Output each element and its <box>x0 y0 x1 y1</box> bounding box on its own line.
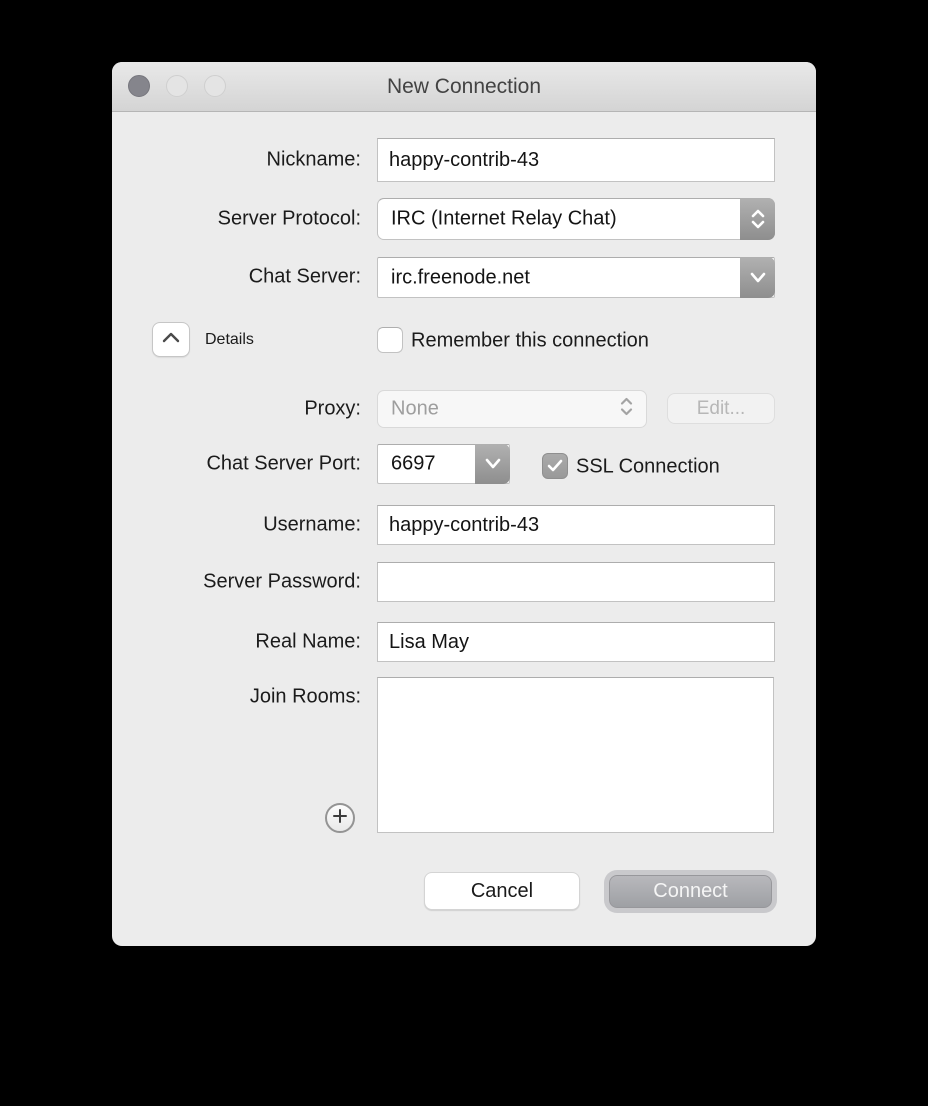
title-bar: New Connection <box>112 62 816 112</box>
nickname-label: Nickname: <box>112 149 361 172</box>
chat-server-port-combobox[interactable]: 6697 <box>377 444 510 484</box>
chat-server-combobox[interactable]: irc.freenode.net <box>377 257 775 298</box>
username-input[interactable] <box>377 505 775 545</box>
real-name-input[interactable] <box>377 622 775 662</box>
username-label: Username: <box>112 514 361 537</box>
cancel-button[interactable]: Cancel <box>424 872 580 910</box>
chevron-up-icon <box>161 331 181 349</box>
join-rooms-label: Join Rooms: <box>112 686 361 709</box>
details-disclosure-button[interactable] <box>152 322 190 357</box>
new-connection-dialog: New Connection Nickname: Server Protocol… <box>112 62 816 946</box>
ssl-connection-label: SSL Connection <box>576 456 720 479</box>
window-title: New Connection <box>112 62 816 112</box>
remember-connection-checkbox[interactable] <box>377 327 403 353</box>
stepper-chevrons-icon <box>740 198 775 240</box>
proxy-edit-button: Edit... <box>667 393 775 424</box>
details-label: Details <box>205 331 254 349</box>
server-protocol-label: Server Protocol: <box>112 208 361 231</box>
plus-icon <box>332 808 348 829</box>
chat-server-label: Chat Server: <box>112 266 361 289</box>
chevron-down-icon[interactable] <box>740 257 775 298</box>
nickname-input[interactable] <box>377 138 775 182</box>
proxy-value: None <box>391 398 439 421</box>
chat-server-port-value: 6697 <box>391 453 436 476</box>
join-rooms-textarea[interactable] <box>377 677 774 833</box>
chat-server-value: irc.freenode.net <box>391 266 530 289</box>
connect-button[interactable]: Connect <box>609 875 772 908</box>
server-password-input[interactable] <box>377 562 775 602</box>
check-icon <box>547 459 563 473</box>
server-password-label: Server Password: <box>112 571 361 594</box>
proxy-label: Proxy: <box>112 398 361 421</box>
server-protocol-value: IRC (Internet Relay Chat) <box>391 208 617 231</box>
chat-server-port-label: Chat Server Port: <box>112 453 361 476</box>
ssl-connection-checkbox[interactable] <box>542 453 568 479</box>
stepper-chevrons-icon <box>619 396 634 423</box>
chevron-down-icon[interactable] <box>475 444 510 484</box>
proxy-select: None <box>377 390 647 428</box>
real-name-label: Real Name: <box>112 631 361 654</box>
server-protocol-select[interactable]: IRC (Internet Relay Chat) <box>377 198 775 240</box>
add-room-button[interactable] <box>325 803 355 833</box>
remember-connection-label: Remember this connection <box>411 330 649 353</box>
